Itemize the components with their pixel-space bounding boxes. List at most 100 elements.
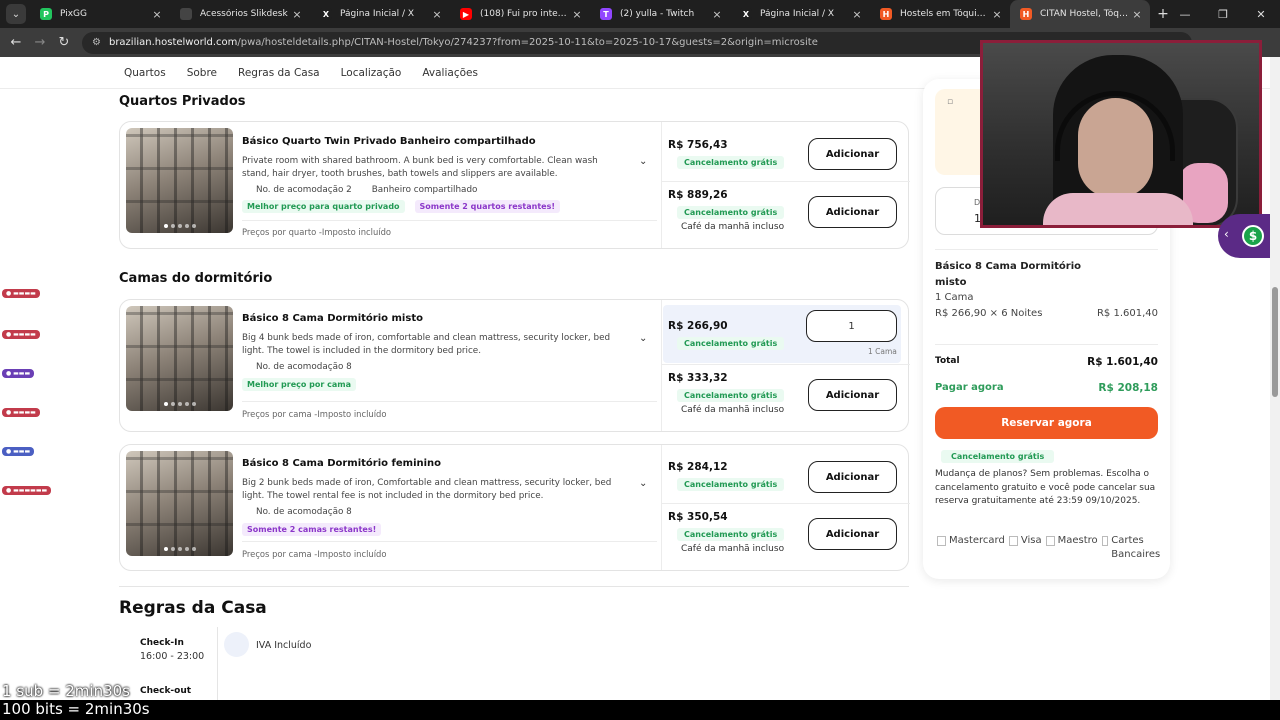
tab-close-icon[interactable]: ×: [1130, 8, 1144, 21]
tab-title: Hostels em Tóquio »Enco...: [900, 9, 990, 19]
divider: [119, 586, 909, 587]
breakfast-text: Café da manhã incluso: [681, 222, 785, 232]
add-button[interactable]: Adicionar: [808, 461, 897, 493]
rate-price: R$ 350,54: [668, 511, 728, 523]
tab-title: Página Inicial / X: [340, 9, 415, 19]
reserve-now-button[interactable]: Reservar agora: [935, 407, 1158, 439]
maestro-icon: Maestro: [1046, 534, 1098, 562]
room-name: Básico 8 Cama Dormitório feminino: [242, 458, 442, 469]
tab-close-icon[interactable]: ×: [990, 8, 1004, 21]
browser-tab[interactable]: ▶ (108) Fui pro interior do J...×: [450, 0, 590, 28]
room-card-female-dorm: Básico 8 Cama Dormitório feminino Big 2 …: [119, 444, 910, 571]
floating-extension-widget[interactable]: ‹ $: [1218, 214, 1270, 258]
restore-icon[interactable]: ❐: [1204, 0, 1242, 28]
room-card-private: Básico Quarto Twin Privado Banheiro comp…: [119, 121, 910, 249]
browser-tab[interactable]: P PixGG ×: [30, 0, 170, 28]
tab-close-icon[interactable]: ×: [710, 8, 724, 21]
scrollbar-thumb[interactable]: [1272, 287, 1278, 397]
room-badges: Melhor preço por cama: [242, 378, 356, 391]
mastercard-icon: Mastercard: [937, 534, 1005, 562]
room-photo[interactable]: [126, 451, 233, 556]
tab-close-icon[interactable]: ×: [150, 8, 164, 21]
room-name: Básico 8 Cama Dormitório misto: [242, 313, 423, 324]
tab-close-icon[interactable]: ×: [570, 8, 584, 21]
checkout-label: Check-out: [140, 686, 192, 696]
tab-favicon-icon: ▶: [460, 8, 472, 20]
browser-tab[interactable]: X Página Inicial / X ×: [310, 0, 450, 28]
chat-badge: ● ▬▬▬▬▬▬: [2, 486, 52, 495]
tab-close-icon[interactable]: ×: [430, 8, 444, 21]
chat-badge: ● ▬▬▬: [2, 447, 35, 456]
tab-search-chevron-icon[interactable]: ⌄: [6, 4, 26, 24]
room-badges: Somente 2 camas restantes!: [242, 523, 382, 536]
forward-icon[interactable]: →: [28, 35, 52, 50]
expand-chevron-icon[interactable]: ⌄: [639, 333, 647, 344]
subnav-quartos[interactable]: Quartos: [124, 67, 166, 79]
tab-favicon-icon: P: [40, 8, 52, 20]
divider: [242, 541, 657, 542]
dollar-coin-icon[interactable]: $: [1242, 225, 1264, 247]
chevron-left-icon[interactable]: ‹: [1224, 227, 1229, 241]
photo-carousel-dots[interactable]: [126, 547, 233, 551]
tab-strip: P PixGG × Acessórios Slikdesk × X Página Inici…: [30, 0, 1150, 28]
browser-tab-bar: ⌄ P PixGG × Acessórios Slikdesk × X Página Ini…: [0, 0, 1280, 28]
room-photo[interactable]: [126, 128, 233, 233]
subnav-regras[interactable]: Regras da Casa: [238, 67, 320, 79]
pay-now-value: R$ 208,18: [1098, 382, 1158, 394]
quantity-selector[interactable]: 1: [806, 310, 897, 342]
broken-image-icon: ▫: [947, 97, 954, 107]
add-button[interactable]: Adicionar: [808, 379, 897, 411]
tab-title: (108) Fui pro interior do J...: [480, 9, 570, 19]
room-description: Big 4 bunk beds made of iron, comfortabl…: [242, 333, 611, 356]
site-info-icon[interactable]: ⚙: [92, 37, 101, 48]
browser-tab[interactable]: H CITAN Hostel, Tóquio - H...×: [1010, 0, 1150, 28]
browser-tab[interactable]: T (2) yulla - Twitch ×: [590, 0, 730, 28]
page-scrollbar[interactable]: [1270, 57, 1280, 720]
section-title-rules: Regras da Casa: [119, 598, 267, 618]
reload-icon[interactable]: ↻: [52, 35, 76, 50]
room-name: Básico Quarto Twin Privado Banheiro comp…: [242, 136, 536, 147]
room-facts: No. de acomodação 2 Banheiro compartilha…: [256, 185, 477, 195]
browser-tab[interactable]: Acessórios Slikdesk ×: [170, 0, 310, 28]
tab-favicon-icon: X: [740, 8, 752, 20]
close-window-icon[interactable]: ✕: [1242, 0, 1280, 28]
best-price-badge: Melhor preço para quarto privado: [242, 200, 405, 213]
divider: [661, 503, 910, 504]
bathroom-text: Banheiro compartilhado: [371, 185, 478, 195]
subnav-localizacao[interactable]: Localização: [341, 67, 402, 79]
browser-tab[interactable]: X Página Inicial / X ×: [730, 0, 870, 28]
add-button[interactable]: Adicionar: [808, 138, 897, 170]
free-cancel-badge: Cancelamento grátis: [677, 528, 785, 541]
summary-subtotal: R$ 1.601,40: [1096, 308, 1158, 319]
photo-carousel-dots[interactable]: [126, 224, 233, 228]
summary-room-name: Básico 8 Cama Dormitório misto: [935, 261, 1082, 288]
divider: [935, 249, 1158, 250]
minimize-icon[interactable]: —: [1166, 0, 1204, 28]
quantity-caption: 1 Cama: [868, 347, 897, 356]
browser-tab[interactable]: H Hostels em Tóquio »Enco...×: [870, 0, 1010, 28]
free-cancel-badge: Cancelamento grátis: [677, 478, 785, 491]
room-photo[interactable]: [126, 306, 233, 411]
tab-title: CITAN Hostel, Tóquio - H...: [1040, 9, 1130, 19]
subnav-sobre[interactable]: Sobre: [187, 67, 217, 79]
room-description: Big 2 bunk beds made of iron, Comfortabl…: [242, 478, 612, 501]
subnav-avaliacoes[interactable]: Avaliações: [422, 67, 478, 79]
tab-title: Página Inicial / X: [760, 9, 835, 19]
photo-carousel-dots[interactable]: [126, 402, 233, 406]
free-cancel-badge: Cancelamento grátis: [677, 389, 785, 402]
tab-title: Acessórios Slikdesk: [200, 9, 288, 19]
divider: [242, 401, 657, 402]
tab-close-icon[interactable]: ×: [290, 8, 304, 21]
expand-chevron-icon[interactable]: ⌄: [639, 478, 647, 489]
expand-chevron-icon[interactable]: ⌄: [639, 156, 647, 167]
room-facts: No. de acomodação 8: [256, 362, 352, 372]
divider: [242, 220, 657, 221]
free-cancel-badge: Cancelamento grátis: [941, 450, 1055, 463]
add-button[interactable]: Adicionar: [808, 196, 897, 228]
tab-close-icon[interactable]: ×: [850, 8, 864, 21]
breakfast-text: Café da manhã incluso: [681, 405, 785, 415]
add-button[interactable]: Adicionar: [808, 518, 897, 550]
back-icon[interactable]: ←: [4, 35, 28, 50]
checkin-label: Check-In: [140, 638, 184, 648]
summary-calculation: R$ 266,90 × 6 Noites: [935, 308, 1043, 319]
